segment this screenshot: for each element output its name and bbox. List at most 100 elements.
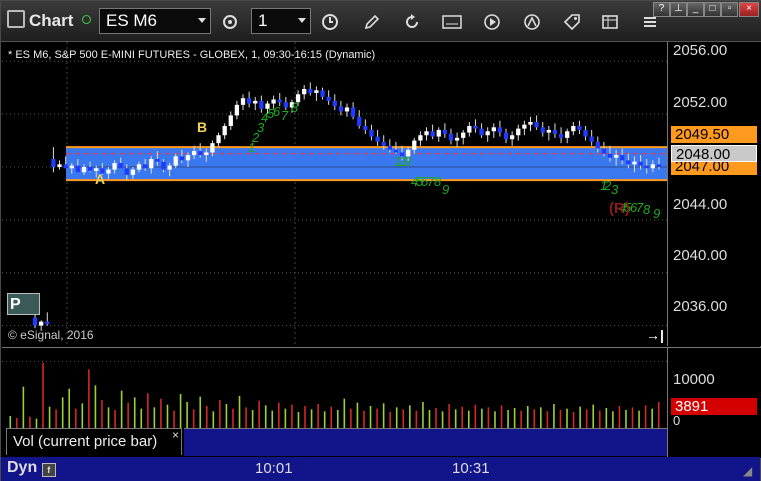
sequence-count-label: 8 <box>434 174 442 189</box>
study-label: Vol (current price bar) <box>13 433 158 450</box>
candle-body <box>204 152 209 156</box>
symbol-value: ES M6 <box>106 11 158 30</box>
candle-body <box>387 145 392 150</box>
candle-body <box>448 133 454 141</box>
trade-button[interactable] <box>557 8 587 34</box>
data-icon <box>442 15 462 30</box>
candle-body <box>32 317 38 326</box>
chart-icon <box>7 10 25 28</box>
candle-body <box>607 153 613 158</box>
candle-body <box>577 125 582 130</box>
candle-body <box>308 88 313 93</box>
candle-body <box>442 129 448 134</box>
candle-body <box>118 162 123 169</box>
candle-body <box>136 164 142 170</box>
candle-body <box>39 321 44 326</box>
candle-body <box>601 148 607 154</box>
interval-value: 1 <box>258 11 268 30</box>
copyright: © eSignal, 2016 <box>8 328 94 342</box>
candle-body <box>430 131 435 137</box>
candle-body <box>565 131 570 138</box>
candle-body <box>338 106 344 112</box>
candle-body <box>467 125 472 133</box>
study-tab-volume[interactable]: Vol (current price bar) <box>6 428 182 455</box>
play-icon <box>484 14 500 31</box>
candle-body <box>185 155 191 161</box>
candle-body <box>620 155 625 161</box>
band-high-tag: 2049.50 <box>671 126 757 143</box>
candle-body <box>626 160 631 165</box>
candle-body <box>130 169 136 175</box>
marker-r: (R) <box>609 200 630 217</box>
candle-body <box>528 122 533 125</box>
restore-button[interactable]: □ <box>704 2 721 17</box>
p-indicator-box[interactable]: P <box>7 293 40 315</box>
interval-input[interactable]: 1 <box>251 8 311 34</box>
refresh-button[interactable] <box>397 8 427 34</box>
candle-body <box>75 165 81 173</box>
candle-body <box>656 164 662 167</box>
sequence-count-label: 3 <box>404 154 412 169</box>
scroll-to-end-icon[interactable]: →| <box>646 327 664 343</box>
sequence-count-label: 9 <box>653 206 660 221</box>
time-template-button[interactable] <box>315 8 345 34</box>
layout-button[interactable] <box>595 8 625 34</box>
resize-grip-icon[interactable]: ◢ <box>743 464 752 478</box>
time-label: 10:31 <box>452 460 490 477</box>
candle-body <box>503 132 509 140</box>
chevron-down-icon[interactable] <box>298 18 306 23</box>
symbol-input[interactable]: ES M6 <box>99 8 211 34</box>
candle-body <box>63 164 68 169</box>
minimize-button[interactable]: _ <box>687 2 704 17</box>
gear-icon <box>223 15 237 30</box>
candle-body <box>516 128 521 136</box>
candle-body <box>314 90 319 93</box>
dynamic-mode-button[interactable]: Dyn f <box>7 459 56 477</box>
candle-body <box>613 155 619 158</box>
sequence-count-label: 7 <box>281 108 289 123</box>
price-axis[interactable]: 2056.00 2052.00 2049.50 2047.00 2048.00 … <box>667 42 761 346</box>
axis-label: 2056.00 <box>673 42 728 59</box>
interval-settings-button[interactable] <box>215 8 245 34</box>
candle-body <box>143 164 148 169</box>
time-label: 10:01 <box>255 460 293 477</box>
price-pane[interactable]: 12345678123456789123456789 <box>2 42 667 346</box>
link-status-icon <box>82 15 91 24</box>
candle-body <box>216 135 221 144</box>
candle-body <box>277 99 282 103</box>
volume-pane[interactable] <box>2 347 667 428</box>
replay-button[interactable] <box>477 8 507 34</box>
candle-body <box>454 137 460 141</box>
candle-body <box>363 125 368 130</box>
candle-body <box>222 125 227 136</box>
draw-tool-button[interactable] <box>357 8 387 34</box>
candle-body <box>436 129 441 137</box>
alert-button[interactable] <box>517 8 547 34</box>
candle-body <box>106 169 111 174</box>
candle-body <box>259 100 264 109</box>
last-volume-tag: 3891 <box>671 398 757 415</box>
volume-chart-svg <box>2 360 667 428</box>
axis-label: 2036.00 <box>673 298 728 315</box>
candle-body <box>234 104 240 116</box>
pin-button[interactable]: ⊥ <box>670 2 687 17</box>
candle-body <box>412 140 417 150</box>
candle-body <box>326 96 331 101</box>
chart-header: * ES M6, S&P 500 E-MINI FUTURES - GLOBEX… <box>8 49 376 61</box>
volume-axis[interactable]: 10000 3891 0 <box>667 347 761 458</box>
data-button[interactable] <box>437 8 467 34</box>
last-price-tag: 2048.00 <box>671 145 757 163</box>
candle-body <box>173 156 178 166</box>
time-axis[interactable]: 10:01 10:31 <box>1 457 760 481</box>
chevron-down-icon[interactable] <box>198 18 206 23</box>
candle-body <box>302 88 307 95</box>
maximize-button[interactable]: ▫ <box>721 2 738 17</box>
lock-icon: f <box>41 463 56 477</box>
close-button[interactable]: × <box>739 2 759 17</box>
help-button[interactable]: ? <box>653 2 670 17</box>
candle-body <box>155 159 160 162</box>
marker-b: B <box>197 119 208 135</box>
price-chart-svg: 123456 781234567 89 12 34567 8 9 <box>2 42 667 346</box>
study-close-button[interactable]: × <box>172 428 179 442</box>
candle-body <box>632 161 637 165</box>
